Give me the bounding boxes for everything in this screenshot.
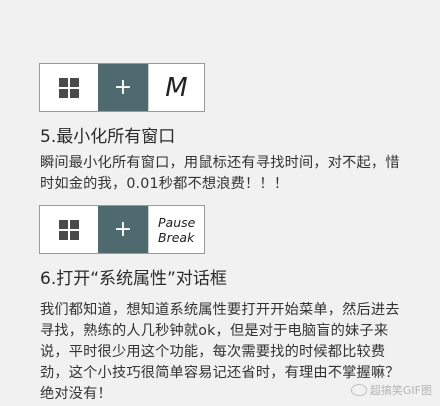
- weibo-icon: [350, 384, 367, 396]
- pause-label: Pause: [158, 214, 196, 230]
- text-minimize-all: 瞬间最小化所有窗口，用鼠标还有寻找时间，对不起，惜时如金的我，0.01秒都不想浪…: [40, 155, 400, 192]
- windows-icon: [59, 77, 79, 98]
- plus-key: +: [98, 64, 148, 111]
- break-label: Break: [158, 229, 195, 245]
- windows-icon: [59, 219, 79, 240]
- plus-key: +: [98, 206, 148, 253]
- heading-minimize-all: 5.最小化所有窗口: [40, 127, 176, 147]
- watermark-text: 超搞笑GIF图: [369, 384, 432, 397]
- windows-key: [40, 64, 98, 111]
- windows-key: [40, 206, 98, 253]
- m-key: M: [148, 64, 204, 111]
- key-combo-win-m: + M: [39, 63, 205, 112]
- heading-system-properties: 6.打开“系统属性”对话框: [40, 269, 227, 289]
- pause-break-key: Pause Break: [148, 206, 204, 253]
- key-combo-win-pause: + Pause Break: [39, 205, 205, 254]
- watermark: 超搞笑GIF图: [350, 382, 432, 398]
